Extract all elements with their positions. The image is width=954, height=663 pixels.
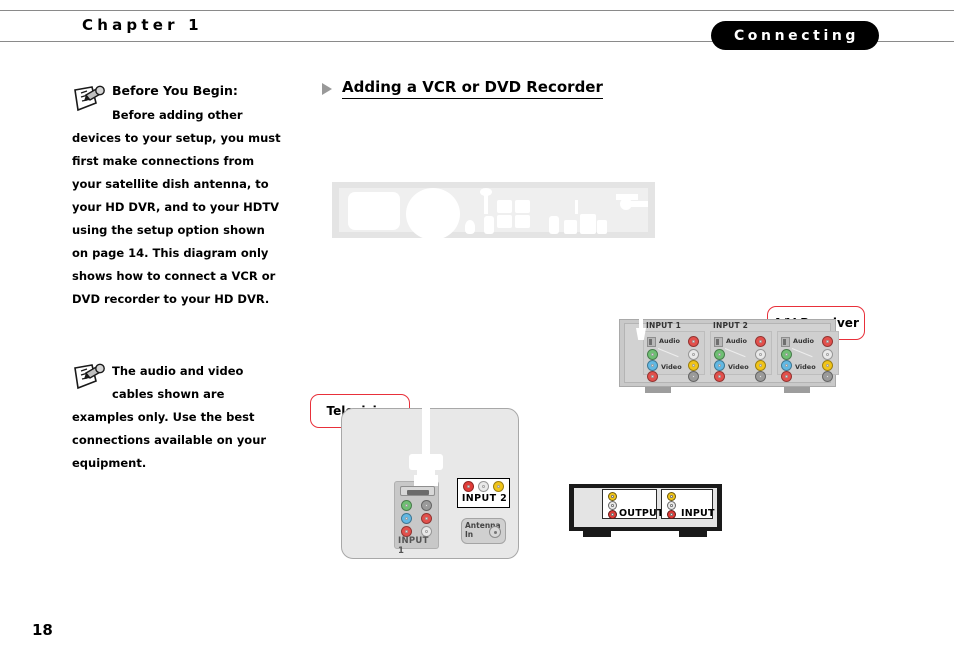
rca-jack <box>647 371 658 382</box>
audio-label: Audio <box>793 337 815 345</box>
rca-jack <box>822 336 833 347</box>
header-top-rule <box>0 10 954 11</box>
optical-jack <box>781 337 790 347</box>
hd-dvr-rear-panel-ghost <box>332 182 655 240</box>
av-receiver-foot <box>784 387 810 393</box>
video-label: Video <box>661 363 682 371</box>
av-receiver-diagram: INPUT 1 Audio Video INPUT 2 Audio Video … <box>619 319 839 393</box>
note-pencil-icon <box>72 362 106 392</box>
audio-label: Audio <box>659 337 681 345</box>
av-input-group-3: Audio Video <box>777 329 839 382</box>
av-receiver-cable <box>636 310 646 340</box>
rca-jack <box>667 510 676 519</box>
rca-jack <box>822 371 833 382</box>
coax-jack <box>489 526 501 538</box>
av-input-group-1: INPUT 1 Audio Video <box>643 321 705 382</box>
tv-input2-panel: INPUT 2 <box>457 478 510 508</box>
note-body: Before adding other devices to your setu… <box>72 108 281 306</box>
av-input-1-label: INPUT 1 <box>646 321 681 330</box>
rca-jack <box>463 481 474 492</box>
rca-jack <box>608 492 617 501</box>
rca-jack <box>688 349 699 360</box>
vcr-output-label: OUTPUT <box>619 508 664 519</box>
tv-input2-label: INPUT 2 <box>461 493 508 504</box>
note-before-you-begin: Before You Begin: Before adding other de… <box>72 82 284 311</box>
rca-jack <box>755 360 766 371</box>
triangle-right-icon <box>322 82 332 95</box>
rca-jack <box>755 349 766 360</box>
vcr-foot <box>583 531 611 537</box>
av-receiver-foot <box>645 387 671 393</box>
optical-jack <box>647 337 656 347</box>
rca-jack <box>755 336 766 347</box>
section-heading: Adding a VCR or DVD Recorder <box>322 78 603 99</box>
note-cable-examples: The audio and video cables shown are exa… <box>72 360 284 475</box>
chapter-label: Chapter 1 <box>82 16 203 34</box>
rca-jack <box>478 481 489 492</box>
page-header: Chapter 1 Connecting <box>0 10 954 50</box>
tv-input1-panel: INPUT 1 <box>394 481 439 556</box>
rca-jack <box>781 371 792 382</box>
rca-jack <box>401 500 412 511</box>
page-title: Adding a VCR or DVD Recorder <box>342 78 603 99</box>
section-badge: Connecting <box>711 21 879 50</box>
rca-jack <box>688 371 699 382</box>
rca-jack <box>421 500 432 511</box>
vcr-dvd-recorder-diagram: OUTPUT INPUT <box>569 484 722 541</box>
rca-jack <box>781 349 792 360</box>
av-input-group-2: INPUT 2 Audio Video <box>710 321 772 382</box>
rca-jack <box>688 360 699 371</box>
television-cable <box>409 404 443 488</box>
rca-jack <box>608 510 617 519</box>
vcr-foot <box>679 531 707 537</box>
rca-jack <box>714 371 725 382</box>
rca-jack <box>421 513 432 524</box>
page-number: 18 <box>32 621 53 639</box>
rca-jack <box>493 481 504 492</box>
rca-jack <box>822 349 833 360</box>
rca-jack <box>608 501 617 510</box>
audio-label: Audio <box>726 337 748 345</box>
note-pencil-icon <box>72 84 106 114</box>
rca-jack <box>781 360 792 371</box>
video-label: Video <box>728 363 749 371</box>
av-input-2-label: INPUT 2 <box>713 321 748 330</box>
tv-input1-label: INPUT 1 <box>398 536 429 556</box>
rca-jack <box>822 360 833 371</box>
rca-jack <box>714 349 725 360</box>
vcr-input-panel: INPUT <box>661 489 715 519</box>
rca-jack <box>667 501 676 510</box>
rca-jack <box>755 371 766 382</box>
vcr-input-label: INPUT <box>681 508 715 519</box>
rca-jack <box>647 349 658 360</box>
tv-antenna-in-panel: Antenna In <box>461 518 506 544</box>
rca-jack <box>667 492 676 501</box>
optical-jack <box>714 337 723 347</box>
vcr-output-panel: OUTPUT <box>602 489 663 519</box>
video-label: Video <box>795 363 816 371</box>
rca-jack <box>647 360 658 371</box>
rca-jack <box>401 513 412 524</box>
rca-jack <box>714 360 725 371</box>
rca-jack <box>688 336 699 347</box>
